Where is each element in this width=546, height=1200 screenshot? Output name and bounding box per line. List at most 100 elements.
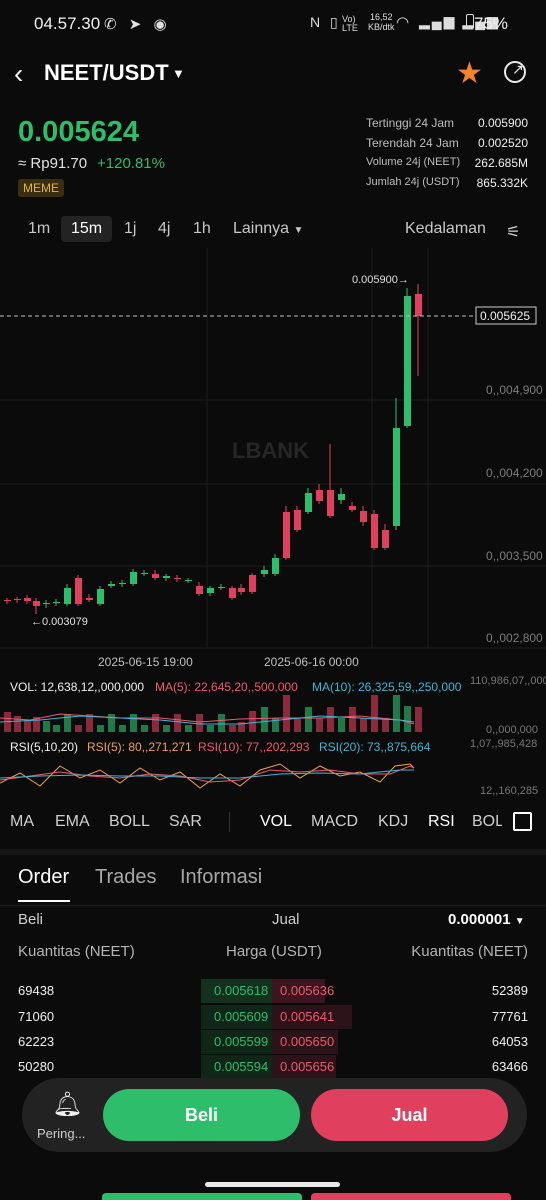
orderbook-row[interactable]: 50280 0.005594 0.005656 63466 [0, 1055, 546, 1079]
candle-body [163, 576, 170, 578]
buy-button[interactable]: Beli [103, 1089, 300, 1141]
volume-bar [53, 725, 60, 732]
volume-bar [163, 725, 170, 732]
ma5-legend: MA(5): 22,645,20,,500,000 [155, 680, 298, 694]
rsi5-legend: RSI(5): 80,,271,271 [87, 740, 192, 754]
candle-body [327, 490, 334, 516]
favorite-star-icon[interactable]: ★ [456, 56, 483, 91]
depth-tab[interactable]: Kedalaman [405, 220, 486, 238]
tf-15m[interactable]: 15m [61, 216, 113, 242]
candle-body [415, 294, 422, 316]
ind-ema[interactable]: EMA [55, 813, 90, 831]
candle-body [229, 588, 236, 598]
ind-divider [229, 812, 230, 832]
orderbook-row[interactable]: 69438 0.005618 0.005636 52389 [0, 979, 546, 1003]
candle-body [14, 599, 21, 600]
orderbook-row[interactable]: 62223 0.005599 0.005650 64053 [0, 1030, 546, 1054]
candle-body [185, 580, 192, 581]
rsi10-legend: RSI(10): 77,,202,293 [198, 740, 310, 754]
current-price-tag: 0.005625 [480, 309, 530, 323]
sell-button[interactable]: Jual [311, 1089, 508, 1141]
price-rupiah: ≈ Rp91.70 [18, 155, 88, 172]
volume-bar [283, 695, 290, 732]
candles [4, 284, 422, 614]
tabs-divider [0, 905, 546, 906]
volume-bar [43, 721, 50, 732]
bid-price[interactable]: 0.005618 [214, 983, 268, 998]
precision-select[interactable]: 0.000001 ▼ [448, 911, 525, 928]
rsi20-line [0, 769, 414, 779]
candle-body [283, 512, 290, 558]
price-axis-4: 0,,002,800 [486, 631, 543, 645]
volume-bar [229, 725, 236, 732]
alert-bell-icon[interactable]: 🔔︎ [52, 1090, 82, 1119]
tf-1h[interactable]: 1h [193, 220, 211, 238]
price-chart[interactable]: LBANK 0.005625 0.005900→ ←0.003079 0,,00… [0, 248, 546, 798]
price-axis-1: 0,,004,900 [486, 383, 543, 397]
pair-title[interactable]: NEET/USDT [44, 60, 169, 86]
battery-percent: 75% [473, 14, 508, 33]
tf-more[interactable]: Lainnya ▼ [233, 220, 303, 238]
rsi-axis-top: 1,07,,985,428 [470, 738, 537, 750]
ind-vol[interactable]: VOL [260, 813, 292, 831]
tab-informasi[interactable]: Informasi [180, 866, 262, 889]
candle-body [371, 514, 378, 548]
buy-button-shadow [102, 1193, 302, 1200]
ind-boll[interactable]: BOLL [109, 813, 150, 831]
volume-bar [185, 725, 192, 732]
stat-label-high: Tertinggi 24 Jam [366, 116, 455, 130]
ob-buy-label: Beli [18, 911, 44, 928]
candle-body [261, 570, 268, 574]
home-indicator [205, 1182, 340, 1187]
tf-1m[interactable]: 1m [28, 220, 50, 238]
back-icon[interactable]: ‹ [14, 58, 23, 90]
watermark: LBANK [232, 438, 309, 463]
candle-body [53, 602, 60, 603]
vol-axis-bottom: 0,,000,000 [486, 724, 538, 736]
volume-bar [360, 718, 367, 732]
tf-1j[interactable]: 1j [124, 220, 136, 238]
ask-price[interactable]: 0.005636 [280, 983, 334, 998]
sell-button-shadow [311, 1193, 511, 1200]
ind-macd[interactable]: MACD [311, 813, 358, 831]
share-icon[interactable]: ↗ [504, 61, 526, 83]
orderbook-row[interactable]: 71060 0.005609 0.005641 77761 [0, 1005, 546, 1029]
ind-sar[interactable]: SAR [169, 813, 202, 831]
time-label-1: 2025-06-15 19:00 [98, 655, 193, 669]
ob-sell-label: Jual [272, 911, 300, 928]
candle-body [196, 586, 203, 594]
caret-down-icon[interactable]: ▼ [172, 66, 185, 81]
bid-qty: 71060 [18, 1009, 55, 1024]
candle-body [75, 578, 82, 604]
fullscreen-icon[interactable] [513, 812, 532, 831]
bid-price[interactable]: 0.005609 [214, 1009, 268, 1024]
chart-settings-icon[interactable]: ⚟ [506, 222, 520, 242]
candle-body [305, 493, 312, 512]
ind-rsi[interactable]: RSI [428, 813, 455, 831]
bid-price[interactable]: 0.005599 [214, 1034, 268, 1049]
ask-price[interactable]: 0.005656 [280, 1059, 334, 1074]
stat-label-low: Terendah 24 Jam [366, 136, 459, 150]
ind-kdj[interactable]: KDJ [378, 813, 408, 831]
ind-boll-sub[interactable]: BOLL [472, 813, 502, 831]
tab-order[interactable]: Order [18, 866, 69, 889]
last-price: 0.005624 [18, 116, 139, 148]
candle-body [207, 588, 214, 593]
ask-price[interactable]: 0.005641 [280, 1009, 334, 1024]
high-marker: 0.005900→ [352, 274, 409, 286]
bid-price[interactable]: 0.005594 [214, 1059, 268, 1074]
volume-bar [305, 707, 312, 732]
alert-label[interactable]: Pering... [37, 1126, 85, 1141]
volume-bar [196, 714, 203, 732]
volume-bar [97, 725, 104, 732]
low-marker: ←0.003079 [31, 616, 88, 628]
tf-4j[interactable]: 4j [158, 220, 170, 238]
ind-ma[interactable]: MA [10, 813, 34, 831]
bid-qty: 62223 [18, 1034, 55, 1049]
ask-price[interactable]: 0.005650 [280, 1034, 334, 1049]
rsi-legend: RSI(5,10,20) [10, 740, 78, 754]
tab-trades[interactable]: Trades [95, 866, 157, 889]
volume-bar [349, 707, 356, 732]
chart-svg: LBANK 0.005625 0.005900→ ←0.003079 0,,00… [0, 248, 546, 797]
tab-underline [18, 900, 70, 902]
